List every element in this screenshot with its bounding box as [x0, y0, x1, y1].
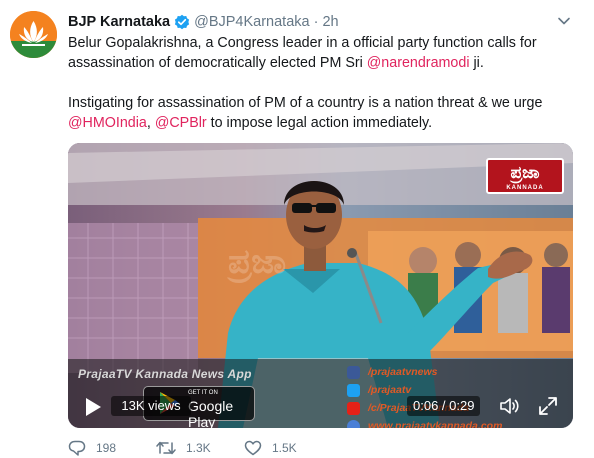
tweet-timestamp[interactable]: 2h	[322, 14, 338, 30]
separator-dot: ·	[313, 14, 319, 30]
video-time: 0:06 / 0:29	[407, 396, 481, 416]
verified-icon	[175, 14, 190, 30]
channel-logo-text: ಪ್ರಜಾ	[510, 163, 540, 182]
channel-logo: ಪ್ರಜಾ KANNADA	[486, 158, 564, 194]
svg-text:ಪ್ರಜಾ: ಪ್ರಜಾ	[226, 243, 286, 284]
retweet-icon	[156, 441, 176, 455]
bjp-lotus-icon	[10, 11, 57, 58]
volume-icon[interactable]	[498, 396, 520, 416]
play-icon[interactable]	[82, 396, 104, 418]
social-handle: /prajaatv	[368, 384, 412, 396]
text-segment: ,	[146, 115, 155, 131]
store-big-text: Google Play	[188, 398, 234, 428]
mention-cpblr[interactable]: @CPBlr	[155, 115, 207, 131]
facebook-icon	[347, 365, 360, 379]
tweet-actions: 198 1.3K 1.5K	[68, 438, 488, 458]
author-name[interactable]: BJP Karnataka	[68, 14, 170, 30]
fullscreen-icon[interactable]	[538, 396, 558, 416]
retweet-button[interactable]: 1.3K	[156, 440, 244, 456]
social-row-website: www.prajaatvkannada.com	[347, 417, 569, 428]
social-handle: www.prajaatvkannada.com	[368, 420, 503, 428]
youtube-icon	[347, 401, 360, 415]
author-handle[interactable]: @BJP4Karnataka	[194, 14, 309, 30]
tweet-paragraph-2: Instigating for assassination of PM of a…	[68, 93, 578, 133]
text-segment: to impose legal action immediately.	[206, 115, 433, 131]
avatar[interactable]	[10, 11, 57, 58]
like-icon	[244, 440, 262, 456]
text-segment: Instigating for assassination of PM of a…	[68, 95, 543, 111]
twitter-icon	[347, 383, 360, 397]
like-button[interactable]: 1.5K	[244, 440, 332, 456]
globe-icon	[347, 419, 360, 428]
reply-button[interactable]: 198	[68, 440, 156, 456]
tweet-header: BJP Karnataka @BJP4Karnataka · 2h	[68, 11, 339, 33]
channel-logo-sub: KANNADA	[506, 185, 544, 191]
reply-icon	[68, 440, 86, 456]
text-segment: ji.	[469, 55, 484, 71]
store-small-text: GET IT ON	[188, 390, 218, 396]
tweet-paragraph-1: Belur Gopalakrishna, a Congress leader i…	[68, 33, 578, 73]
video-player[interactable]: ಪ್ರಜಾ ಪ್ರಜಾ KANNADA PrajaaTV Kannada New…	[68, 143, 573, 428]
social-handle: /prajaatvnews	[368, 366, 438, 378]
mention-narendramodi[interactable]: @narendramodi	[367, 55, 470, 71]
mention-hmoindia[interactable]: @HMOIndia	[68, 115, 147, 131]
ticker-app-text: PrajaaTV Kannada News App	[78, 367, 252, 381]
tweet-text: Belur Gopalakrishna, a Congress leader i…	[68, 33, 578, 133]
social-row-facebook: /prajaatvnews	[347, 363, 569, 381]
view-count: 13K views	[111, 396, 191, 416]
tweet-card[interactable]: BJP Karnataka @BJP4Karnataka · 2h Belur …	[0, 0, 594, 456]
chevron-down-icon[interactable]	[557, 14, 571, 28]
